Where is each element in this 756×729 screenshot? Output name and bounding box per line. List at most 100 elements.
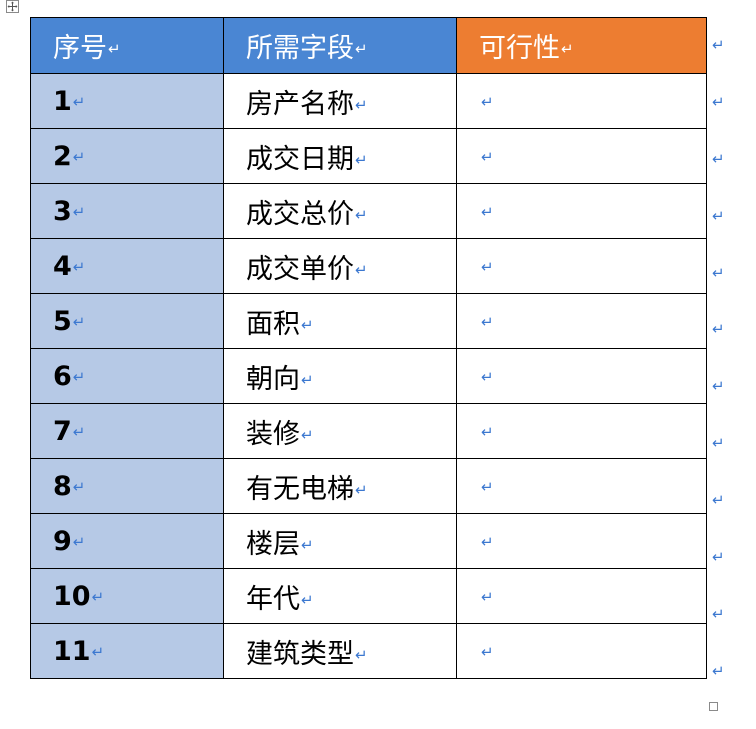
seq-label: 1	[53, 85, 72, 117]
cell-end-mark-icon: ↵	[72, 532, 86, 551]
field-cell[interactable]: 房产名称↵	[223, 73, 457, 129]
field-cell[interactable]: 成交总价↵	[223, 183, 457, 239]
seq-label: 3	[53, 195, 72, 227]
cell-end-mark-icon: ↵	[481, 587, 494, 606]
seq-label: 2	[53, 140, 72, 172]
row-end-mark-icon: ↵	[712, 434, 725, 452]
cell-end-mark-icon: ↵	[108, 40, 121, 58]
seq-cell[interactable]: 1↵	[30, 73, 224, 129]
seq-cell[interactable]: 3↵	[30, 183, 224, 239]
seq-cell[interactable]: 5↵	[30, 293, 224, 349]
seq-cell[interactable]: 9↵	[30, 513, 224, 569]
feasibility-cell[interactable]: ↵	[456, 293, 707, 349]
cell-end-mark-icon: ↵	[72, 147, 86, 166]
seq-label: 9	[53, 525, 72, 557]
feasibility-cell[interactable]: ↵	[456, 568, 707, 624]
feasibility-cell[interactable]: ↵	[456, 348, 707, 404]
table-resize-handle-icon[interactable]	[709, 702, 718, 711]
field-cell[interactable]: 面积↵	[223, 293, 457, 349]
seq-cell[interactable]: 8↵	[30, 458, 224, 514]
seq-cell[interactable]: 6↵	[30, 348, 224, 404]
table-row: 2↵ 成交日期↵ ↵	[30, 128, 707, 184]
cell-end-mark-icon: ↵	[481, 92, 494, 111]
row-end-mark-icon: ↵	[712, 377, 725, 395]
cell-end-mark-icon: ↵	[481, 257, 494, 276]
field-label: 楼层	[246, 528, 300, 560]
table-row: 9↵ 楼层↵ ↵	[30, 513, 707, 569]
row-end-mark-icon: ↵	[712, 662, 725, 680]
field-label: 有无电梯	[246, 473, 354, 505]
field-label: 面积	[246, 308, 300, 340]
row-end-mark-icon: ↵	[712, 320, 725, 338]
seq-label: 7	[53, 415, 72, 447]
feasibility-cell[interactable]: ↵	[456, 623, 707, 679]
table-header-row: 序号↵ 所需字段↵ 可行性↵	[30, 17, 707, 74]
feasibility-cell[interactable]: ↵	[456, 458, 707, 514]
cell-end-mark-icon: ↵	[481, 312, 494, 331]
seq-label: 4	[53, 250, 72, 282]
feasibility-cell[interactable]: ↵	[456, 73, 707, 129]
table-row: 8↵ 有无电梯↵ ↵	[30, 458, 707, 514]
data-table: 序号↵ 所需字段↵ 可行性↵ 1↵ 房产名称↵ ↵ 2↵ 成交日期↵ ↵ 3↵ 成交总价↵ ↵ 4…	[30, 17, 707, 679]
field-cell[interactable]: 成交日期↵	[223, 128, 457, 184]
feasibility-cell[interactable]: ↵	[456, 128, 707, 184]
row-end-mark-icon: ↵	[712, 150, 725, 168]
cell-end-mark-icon: ↵	[72, 257, 86, 276]
feasibility-cell[interactable]: ↵	[456, 238, 707, 294]
field-label: 成交单价	[246, 253, 354, 285]
cell-end-mark-icon: ↵	[481, 422, 494, 441]
feasibility-cell[interactable]: ↵	[456, 513, 707, 569]
cell-end-mark-icon: ↵	[481, 202, 494, 221]
table-move-handle-icon[interactable]	[6, 0, 19, 13]
field-label: 建筑类型	[246, 638, 354, 670]
cell-end-mark-icon: ↵	[72, 422, 86, 441]
cell-end-mark-icon: ↵	[355, 260, 368, 279]
field-label: 房产名称	[246, 88, 354, 120]
field-cell[interactable]: 年代↵	[223, 568, 457, 624]
table-row: 1↵ 房产名称↵ ↵	[30, 73, 707, 129]
field-label: 年代	[246, 583, 300, 615]
header-field-cell[interactable]: 所需字段↵	[223, 17, 457, 74]
header-seq-cell[interactable]: 序号↵	[30, 17, 224, 74]
seq-cell[interactable]: 4↵	[30, 238, 224, 294]
field-label: 朝向	[246, 363, 300, 395]
table-row: 3↵ 成交总价↵ ↵	[30, 183, 707, 239]
field-cell[interactable]: 有无电梯↵	[223, 458, 457, 514]
cell-end-mark-icon: ↵	[355, 205, 368, 224]
seq-label: 10	[53, 580, 91, 612]
table-row: 11↵ 建筑类型↵ ↵	[30, 623, 707, 679]
cell-end-mark-icon: ↵	[72, 367, 86, 386]
seq-cell[interactable]: 11↵	[30, 623, 224, 679]
cell-end-mark-icon: ↵	[355, 645, 368, 664]
feasibility-cell[interactable]: ↵	[456, 403, 707, 459]
field-cell[interactable]: 成交单价↵	[223, 238, 457, 294]
table-row: 5↵ 面积↵ ↵	[30, 293, 707, 349]
cell-end-mark-icon: ↵	[355, 480, 368, 499]
cell-end-mark-icon: ↵	[481, 477, 494, 496]
feasibility-cell[interactable]: ↵	[456, 183, 707, 239]
row-end-mark-icon: ↵	[712, 207, 725, 225]
cell-end-mark-icon: ↵	[355, 95, 368, 114]
header-field-label: 所需字段	[246, 33, 354, 64]
cell-end-mark-icon: ↵	[355, 150, 368, 169]
seq-label: 11	[53, 635, 91, 667]
seq-cell[interactable]: 10↵	[30, 568, 224, 624]
cell-end-mark-icon: ↵	[561, 40, 574, 58]
cell-end-mark-icon: ↵	[72, 477, 86, 496]
field-label: 成交日期	[246, 143, 354, 175]
field-cell[interactable]: 楼层↵	[223, 513, 457, 569]
field-cell[interactable]: 朝向↵	[223, 348, 457, 404]
cell-end-mark-icon: ↵	[355, 40, 368, 58]
row-end-mark-icon: ↵	[712, 491, 725, 509]
table-row: 6↵ 朝向↵ ↵	[30, 348, 707, 404]
field-label: 装修	[246, 418, 300, 450]
seq-cell[interactable]: 2↵	[30, 128, 224, 184]
row-end-mark-icon: ↵	[712, 36, 725, 54]
cell-end-mark-icon: ↵	[301, 590, 314, 609]
field-cell[interactable]: 建筑类型↵	[223, 623, 457, 679]
cell-end-mark-icon: ↵	[72, 312, 86, 331]
cell-end-mark-icon: ↵	[481, 367, 494, 386]
field-cell[interactable]: 装修↵	[223, 403, 457, 459]
seq-cell[interactable]: 7↵	[30, 403, 224, 459]
header-feasibility-cell[interactable]: 可行性↵	[456, 17, 707, 74]
